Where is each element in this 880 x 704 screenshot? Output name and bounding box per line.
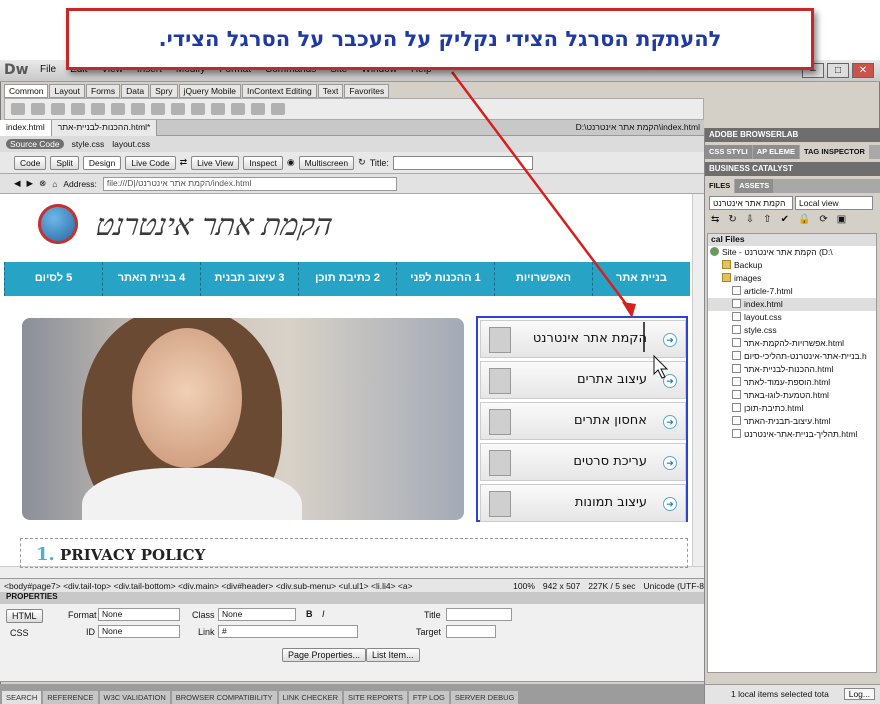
annotation-arrowhead [622,302,636,318]
mouse-pointer-icon [653,354,669,379]
annotation-arrow [451,71,633,313]
annotation-overlay [451,71,669,379]
instruction-callout: להעתקת הסרגל הצידי נקליק על העכבר על הסר… [66,8,814,70]
